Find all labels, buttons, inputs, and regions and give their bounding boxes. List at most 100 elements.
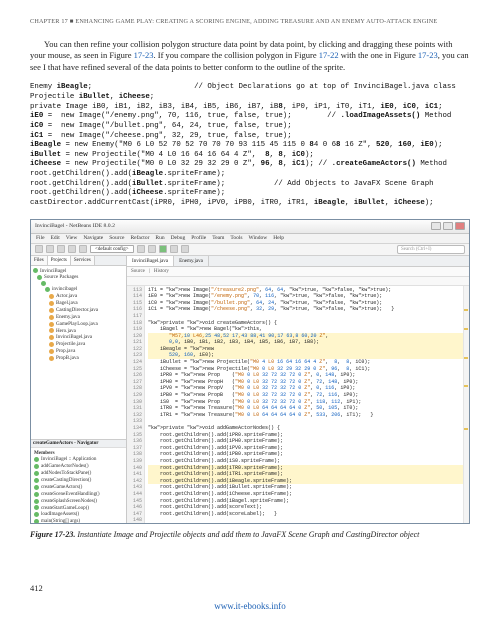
close-button[interactable] <box>455 222 465 230</box>
file-icon <box>45 287 50 292</box>
redo-icon[interactable] <box>79 245 87 253</box>
ide-toolbar: <default config> Search (Ctrl+I) <box>31 244 469 256</box>
menu-item[interactable]: Source <box>109 235 124 241</box>
run-icon[interactable] <box>159 245 167 253</box>
maximize-button[interactable] <box>443 222 453 230</box>
tree-item[interactable]: InvinciBagel <box>33 268 124 275</box>
file-icon <box>37 275 42 280</box>
figure-ref: 17-23 <box>418 50 438 60</box>
profile-icon[interactable] <box>181 245 189 253</box>
menu-item[interactable]: Team <box>212 235 224 241</box>
nav-item[interactable]: main(String[] args) <box>33 518 124 522</box>
nav-item[interactable]: createCastingDirection() <box>33 477 124 484</box>
menu-item[interactable]: Tools <box>230 235 242 241</box>
tree-item[interactable]: GamePlayLoop.java <box>33 321 124 328</box>
code-block: Enemy iBeagle; // Object Declarations go… <box>30 83 470 208</box>
debug-icon[interactable] <box>170 245 178 253</box>
side-tab[interactable]: Services <box>71 256 95 265</box>
nav-item[interactable]: createSplashScreenNodes() <box>33 498 124 505</box>
tree-item[interactable]: Projectile.java <box>33 341 124 348</box>
figure-ref: 17-22 <box>319 50 339 60</box>
nav-item[interactable]: createSceneEventHandling() <box>33 491 124 498</box>
method-icon <box>34 478 39 483</box>
error-stripe[interactable] <box>463 286 469 523</box>
tree-item[interactable]: invincibagel <box>33 286 124 293</box>
menu-item[interactable]: Edit <box>51 235 60 241</box>
tree-item[interactable]: Hero.java <box>33 328 124 335</box>
open-icon[interactable] <box>46 245 54 253</box>
crumb-item[interactable]: History <box>154 269 169 274</box>
method-icon <box>34 505 39 510</box>
tree-item[interactable]: Source Packages <box>33 274 124 281</box>
menu-item[interactable]: File <box>36 235 45 241</box>
save-icon[interactable] <box>57 245 65 253</box>
build-icon[interactable] <box>137 245 145 253</box>
body-paragraph: You can then refine your collision polyg… <box>30 39 470 73</box>
side-tabs: FilesProjectsServices <box>31 256 126 266</box>
method-icon <box>34 519 39 522</box>
tree-item[interactable]: Prop.java <box>33 348 124 355</box>
code-area[interactable]: iT1 = "kw">new Image("/treasure2.png", 6… <box>145 286 469 523</box>
editor-panel: InvinciBagel.javaEnemy.java Source|Histo… <box>127 256 469 523</box>
tree-item[interactable]: Actor.java <box>33 293 124 300</box>
window-title: InvinciBagel - NetBeans IDE 8.0.2 <box>35 223 115 229</box>
menu-item[interactable]: Help <box>273 235 284 241</box>
page-number: 412 <box>30 583 43 593</box>
file-icon <box>49 308 54 313</box>
ide-titlebar: InvinciBagel - NetBeans IDE 8.0.2 <box>31 220 469 234</box>
method-icon <box>34 471 39 476</box>
nav-filter[interactable]: Members <box>33 450 124 457</box>
file-icon <box>49 349 54 354</box>
editor-sub-toolbar <box>127 277 469 286</box>
tree-item[interactable]: InvinciBagel.java <box>33 334 124 341</box>
tree-item[interactable]: CastingDirector.java <box>33 307 124 314</box>
config-dropdown[interactable]: <default config> <box>90 245 134 253</box>
file-icon <box>49 328 54 333</box>
tree-item[interactable]: Bagel.java <box>33 300 124 307</box>
chapter-header: CHAPTER 17 ■ ENHANCING GAME PLAY: CREATI… <box>30 18 470 25</box>
figure-caption: Figure 17-23. Instantiate Image and Proj… <box>30 530 470 539</box>
nav-item[interactable]: addNodesToStackPane() <box>33 470 124 477</box>
file-icon <box>49 322 54 327</box>
new-file-icon[interactable] <box>35 245 43 253</box>
search-input[interactable]: Search (Ctrl+I) <box>397 245 465 254</box>
editor-tab[interactable]: Enemy.java <box>174 256 209 266</box>
menu-item[interactable]: Run <box>155 235 164 241</box>
line-gutter: 113 114 115 116 117 118 119 120 121 122 … <box>127 286 145 523</box>
crumb-item[interactable]: Source <box>131 269 145 274</box>
navigator-header: createGameActors - Navigator <box>31 440 126 448</box>
file-icon <box>49 335 54 340</box>
menu-item[interactable]: Navigate <box>83 235 103 241</box>
file-icon <box>49 301 54 306</box>
tree-item[interactable]: PropB.java <box>33 355 124 362</box>
minimize-button[interactable] <box>431 222 441 230</box>
side-tab[interactable]: Files <box>31 256 48 265</box>
menu-item[interactable]: Debug <box>171 235 186 241</box>
undo-icon[interactable] <box>68 245 76 253</box>
editor-tabs: InvinciBagel.javaEnemy.java <box>127 256 469 267</box>
ide-menubar: File Edit View Navigate Source Refactor Run Deb… <box>31 234 469 244</box>
method-icon <box>34 492 39 497</box>
tree-item[interactable]: Enemy.java <box>33 314 124 321</box>
menu-item[interactable]: Refactor <box>130 235 149 241</box>
project-tree[interactable]: InvinciBagelSource Packages invincibagelA… <box>31 266 126 439</box>
figure-ref: 17-23 <box>134 50 154 60</box>
footer-link[interactable]: www.it-ebooks.info <box>0 601 500 611</box>
menu-item[interactable]: View <box>66 235 78 241</box>
file-icon <box>33 268 38 273</box>
clean-icon[interactable] <box>148 245 156 253</box>
file-icon <box>49 315 54 320</box>
side-tab[interactable]: Projects <box>48 256 71 265</box>
navigator-panel[interactable]: createGameActors - Navigator MembersInvi… <box>31 439 126 523</box>
menu-item[interactable]: Window <box>249 235 268 241</box>
method-icon <box>34 485 39 490</box>
method-icon <box>34 464 39 469</box>
file-icon <box>49 294 54 299</box>
method-icon <box>34 457 39 462</box>
editor-tab[interactable]: InvinciBagel.java <box>127 256 174 266</box>
menu-item[interactable]: Profile <box>191 235 206 241</box>
file-icon <box>49 356 54 361</box>
method-icon <box>34 499 39 504</box>
nav-item[interactable]: createGameActors() <box>33 484 124 491</box>
method-icon <box>34 512 39 517</box>
